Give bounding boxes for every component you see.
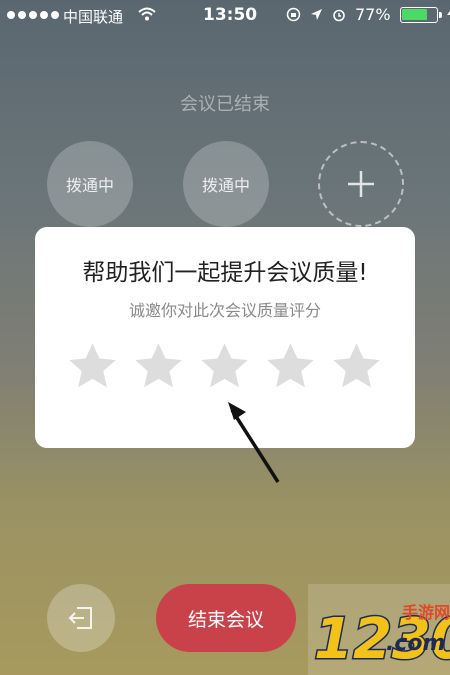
- participant-status: 拨通中: [65, 176, 114, 195]
- carrier-name: 中国联通: [63, 8, 124, 26]
- pointer-arrow-icon: [228, 402, 280, 483]
- exit-button[interactable]: [47, 584, 115, 652]
- battery-icon: [399, 6, 442, 23]
- location-icon: [311, 9, 322, 20]
- participant-avatar[interactable]: 拨通中: [47, 141, 133, 227]
- watermark-logo: 1230 手游网 .com: [308, 584, 450, 675]
- alarm-icon: [333, 9, 345, 21]
- rating-dialog-subtitle: 诚邀你对此次会议质量评分: [128, 301, 321, 320]
- rating-dialog-title: 帮助我们一起提升会议质量!: [82, 260, 368, 286]
- end-meeting-label: 结束会议: [187, 608, 264, 631]
- participant-avatar[interactable]: 拨通中: [183, 141, 269, 227]
- star-3-icon[interactable]: [198, 340, 251, 393]
- watermark-domain: .com: [386, 631, 445, 656]
- watermark-site: 手游网: [402, 603, 450, 622]
- add-participant-button[interactable]: [318, 141, 404, 227]
- star-5-icon[interactable]: [330, 340, 383, 393]
- meeting-status-title: 会议已结束: [180, 94, 270, 115]
- status-time: 13:50: [203, 5, 258, 25]
- participant-status: 拨通中: [201, 176, 250, 195]
- star-4-icon[interactable]: [264, 340, 317, 393]
- battery-percent: 77%: [355, 5, 391, 24]
- plus-icon: [348, 171, 374, 197]
- signal-strength-icon: [7, 11, 59, 19]
- star-2-icon[interactable]: [132, 340, 185, 393]
- exit-icon: [68, 607, 92, 629]
- end-meeting-button[interactable]: 结束会议: [156, 584, 296, 652]
- status-bar: 中国联通 13:50 77%: [0, 0, 450, 32]
- star-1-icon[interactable]: [66, 340, 119, 393]
- charging-icon: [446, 10, 450, 22]
- star-rating: [66, 340, 383, 393]
- wifi-icon: [138, 7, 156, 21]
- rotation-lock-icon: [286, 7, 301, 22]
